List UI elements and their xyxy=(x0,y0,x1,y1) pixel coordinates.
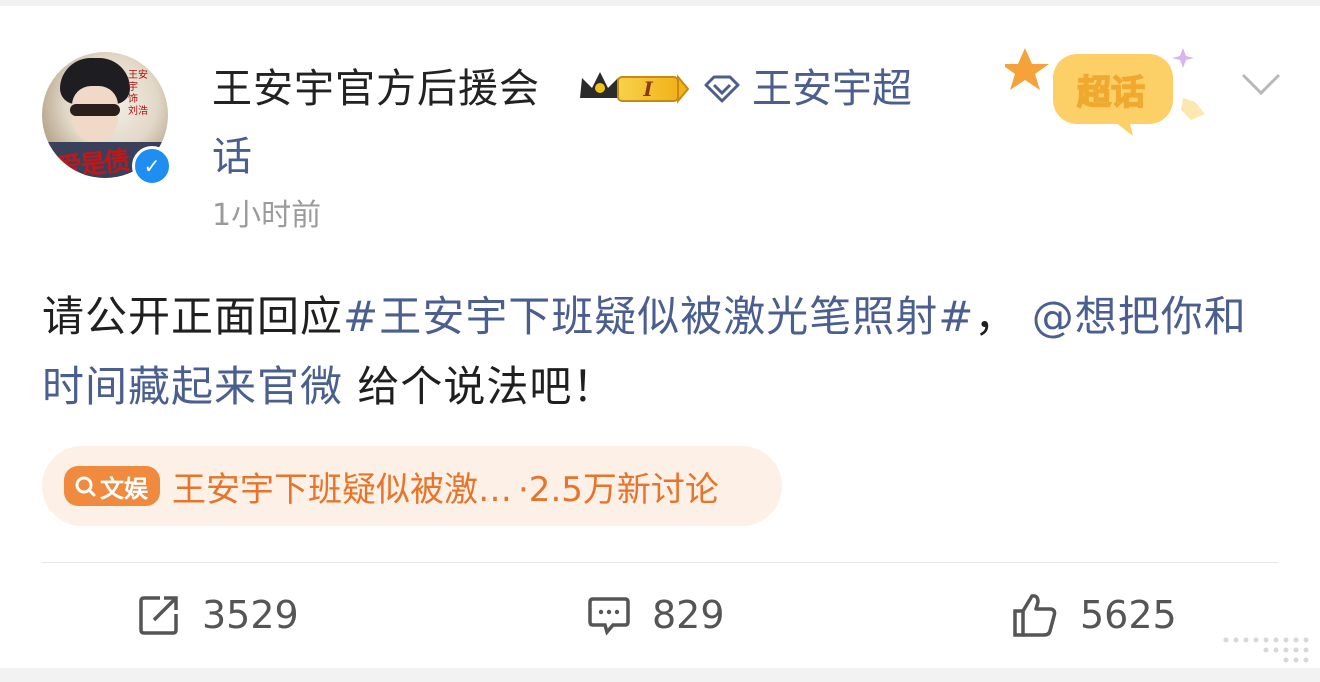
comment-count: 829 xyxy=(652,593,725,637)
supertopic-name: 王安宇超 xyxy=(752,66,912,112)
weibo-post-card: 爱是债 王安宇饰刘浩 ✓ 王安宇官方后援会 I 王安宇超 话 1小时前 超话 请… xyxy=(0,6,1320,668)
topic-pill-title: 王安宇下班疑似被激… xyxy=(172,469,512,510)
like-count: 5625 xyxy=(1080,593,1177,637)
post-content: 请公开正面回应#王安宇下班疑似被激光笔照射#， @想把你和时间藏起来官微 给个说… xyxy=(42,292,1247,411)
chevron-down-icon[interactable] xyxy=(1240,70,1282,98)
divider xyxy=(42,562,1278,563)
like-icon xyxy=(1013,594,1057,637)
hashtag-link[interactable]: #王安宇下班疑似被激光笔照射# xyxy=(343,292,974,341)
diamond-icon xyxy=(704,75,740,103)
chaohua-text: 超话 xyxy=(1077,73,1145,113)
supertopic-link[interactable]: 王安宇超 xyxy=(702,64,912,114)
like-button[interactable]: 5625 xyxy=(1012,590,1177,640)
post-time: 1小时前 xyxy=(212,198,322,233)
repost-count: 3529 xyxy=(202,593,299,637)
supertopic-name-wrap[interactable]: 话 xyxy=(212,132,252,182)
search-icon xyxy=(75,476,96,497)
level-badge: I xyxy=(642,77,653,101)
topic-pill[interactable]: 文娱 王安宇下班疑似被激… ·2.5万新讨论 xyxy=(42,446,782,526)
crown-icon[interactable]: I xyxy=(578,68,690,106)
comment-button[interactable]: 829 xyxy=(588,590,725,640)
verified-icon: ✓ xyxy=(132,146,172,186)
comment-icon xyxy=(588,597,630,636)
author-name[interactable]: 王安宇官方后援会 xyxy=(212,64,540,114)
repost-button[interactable]: 3529 xyxy=(138,590,299,640)
more-dots-icon xyxy=(1223,637,1309,663)
repost-icon xyxy=(139,596,178,635)
category-tag: 文娱 xyxy=(64,466,160,506)
chaohua-badge[interactable]: 超话 xyxy=(1005,40,1215,140)
topic-pill-count: ·2.5万新讨论 xyxy=(518,469,719,510)
